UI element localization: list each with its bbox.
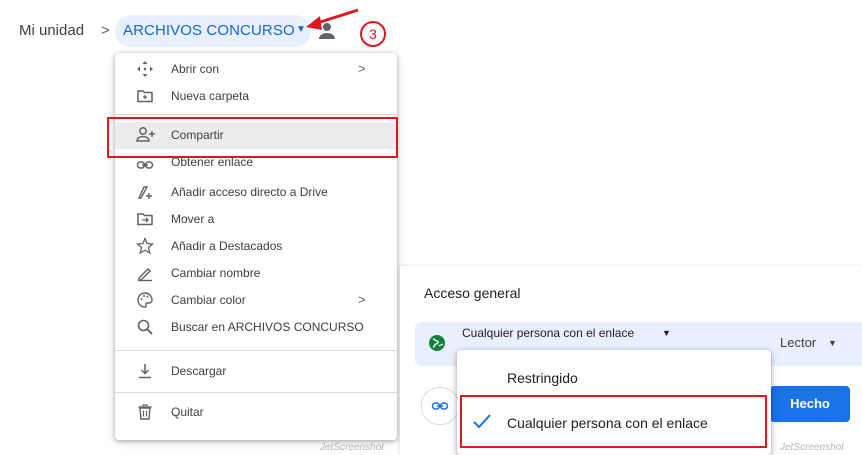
open-with-icon: [136, 60, 154, 78]
annotation-step-badge: 3: [360, 21, 386, 47]
link-icon: [431, 402, 449, 410]
menu-divider: [115, 392, 397, 393]
menu-item-label: Mover a: [171, 212, 215, 226]
menu-item-label: Abrir con: [171, 62, 220, 76]
menu-item-cambiar-nombre[interactable]: Cambiar nombre: [115, 260, 397, 287]
menu-item-nueva-carpeta[interactable]: Nueva carpeta: [115, 83, 397, 110]
menu-item-buscar[interactable]: Buscar en ARCHIVOS CONCURSO: [115, 314, 397, 341]
submenu-chevron-icon: >: [358, 292, 366, 307]
download-icon: [136, 362, 154, 380]
menu-item-label: Quitar: [171, 405, 204, 419]
move-to-icon: [136, 210, 154, 228]
copy-link-button[interactable]: [421, 387, 459, 425]
annotation-arrow-icon: [306, 8, 359, 30]
chevron-down-icon[interactable]: ▼: [662, 328, 671, 338]
menu-item-mover-a[interactable]: Mover a: [115, 206, 397, 233]
breadcrumb-current[interactable]: ARCHIVOS CONCURSO: [123, 22, 295, 39]
breadcrumb-separator: >: [101, 22, 110, 39]
menu-item-label: Nueva carpeta: [171, 89, 250, 103]
add-shortcut-icon: [136, 183, 154, 201]
general-access-title: Acceso general: [424, 285, 521, 301]
trash-icon: [136, 403, 154, 421]
menu-item-descargar[interactable]: Descargar: [115, 358, 397, 385]
role-select[interactable]: Lector: [780, 335, 816, 350]
menu-item-acceso-directo[interactable]: Añadir acceso directo a Drive: [115, 179, 397, 206]
submenu-chevron-icon: >: [358, 61, 366, 76]
star-icon: [135, 236, 155, 255]
annotation-highlight-option: [460, 395, 767, 448]
menu-item-label: Descargar: [171, 364, 227, 378]
menu-item-label: Añadir a Destacados: [171, 239, 283, 253]
chevron-down-icon[interactable]: ▼: [828, 338, 837, 348]
menu-item-destacados[interactable]: Añadir a Destacados: [115, 233, 397, 260]
watermark: JetScreenshot: [780, 442, 844, 453]
menu-item-label: Añadir acceso directo a Drive: [171, 185, 328, 199]
new-folder-icon: [136, 87, 154, 105]
done-button[interactable]: Hecho: [770, 386, 850, 422]
menu-item-label: Cambiar color: [171, 293, 246, 307]
breadcrumb-root[interactable]: Mi unidad: [19, 22, 84, 39]
access-option-restringido[interactable]: Restringido: [507, 370, 578, 386]
general-access-select[interactable]: Cualquier persona con el enlace: [462, 326, 634, 340]
annotation-highlight-compartir: [107, 117, 398, 158]
globe-icon: [428, 334, 446, 357]
palette-icon: [136, 291, 154, 309]
menu-item-label: Buscar en ARCHIVOS CONCURSO: [171, 320, 364, 334]
search-icon: [136, 318, 154, 336]
menu-item-cambiar-color[interactable]: Cambiar color >: [115, 287, 397, 314]
menu-item-abrir-con[interactable]: Abrir con >: [115, 56, 397, 83]
menu-divider: [115, 114, 397, 115]
rename-icon: [136, 264, 154, 282]
watermark: JetScreenshot: [320, 442, 384, 453]
menu-item-quitar[interactable]: Quitar: [115, 399, 397, 426]
context-menu: Abrir con > Nueva carpeta Compartir Obte…: [115, 53, 397, 440]
menu-divider: [115, 350, 397, 351]
menu-item-label: Cambiar nombre: [171, 266, 261, 280]
link-icon: [136, 156, 154, 174]
